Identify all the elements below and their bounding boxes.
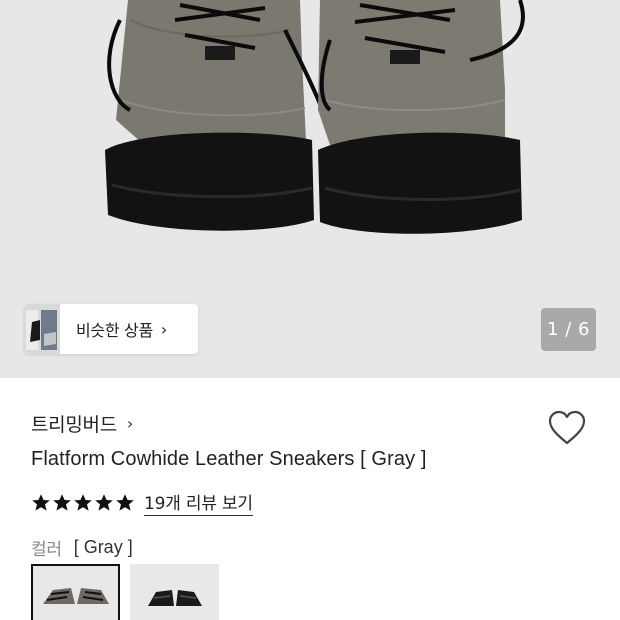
- heart-icon: [548, 410, 586, 445]
- product-image-gallery[interactable]: 비슷한 상품 › 1 / 6: [0, 0, 620, 378]
- brand-link[interactable]: 트리밍버드 ›: [31, 410, 133, 437]
- swatch-black[interactable]: [130, 564, 219, 620]
- star-icon: [116, 493, 134, 511]
- chevron-right-icon: ›: [126, 414, 134, 433]
- chevron-right-icon: ›: [160, 319, 168, 339]
- product-title: Flatform Cowhide Leather Sneakers [ Gray…: [31, 448, 427, 470]
- swatch-black-image: [130, 564, 219, 620]
- star-icon: [74, 493, 92, 511]
- swatch-gray-image: [31, 564, 120, 620]
- review-link[interactable]: 19개 리뷰 보기: [144, 489, 253, 516]
- similar-products-button[interactable]: 비슷한 상품 ›: [24, 304, 198, 354]
- star-icon: [32, 493, 50, 511]
- option-label: 컬러: [31, 540, 62, 560]
- wishlist-button[interactable]: [548, 410, 586, 446]
- similar-product-thumbnail: [24, 304, 60, 354]
- swatch-gray[interactable]: [31, 564, 120, 620]
- option-value: [ Gray ]: [73, 537, 133, 557]
- star-icon: [95, 493, 113, 511]
- image-page-counter: 1 / 6: [541, 308, 596, 351]
- rating-row: 19개 리뷰 보기: [31, 489, 253, 516]
- color-swatches: [31, 564, 219, 620]
- similar-products-label: 비슷한 상품: [76, 321, 153, 340]
- brand-name: 트리밍버드: [31, 414, 117, 436]
- color-option: 컬러 [ Gray ]: [31, 535, 133, 560]
- rating-stars: [31, 493, 135, 513]
- star-icon: [53, 493, 71, 511]
